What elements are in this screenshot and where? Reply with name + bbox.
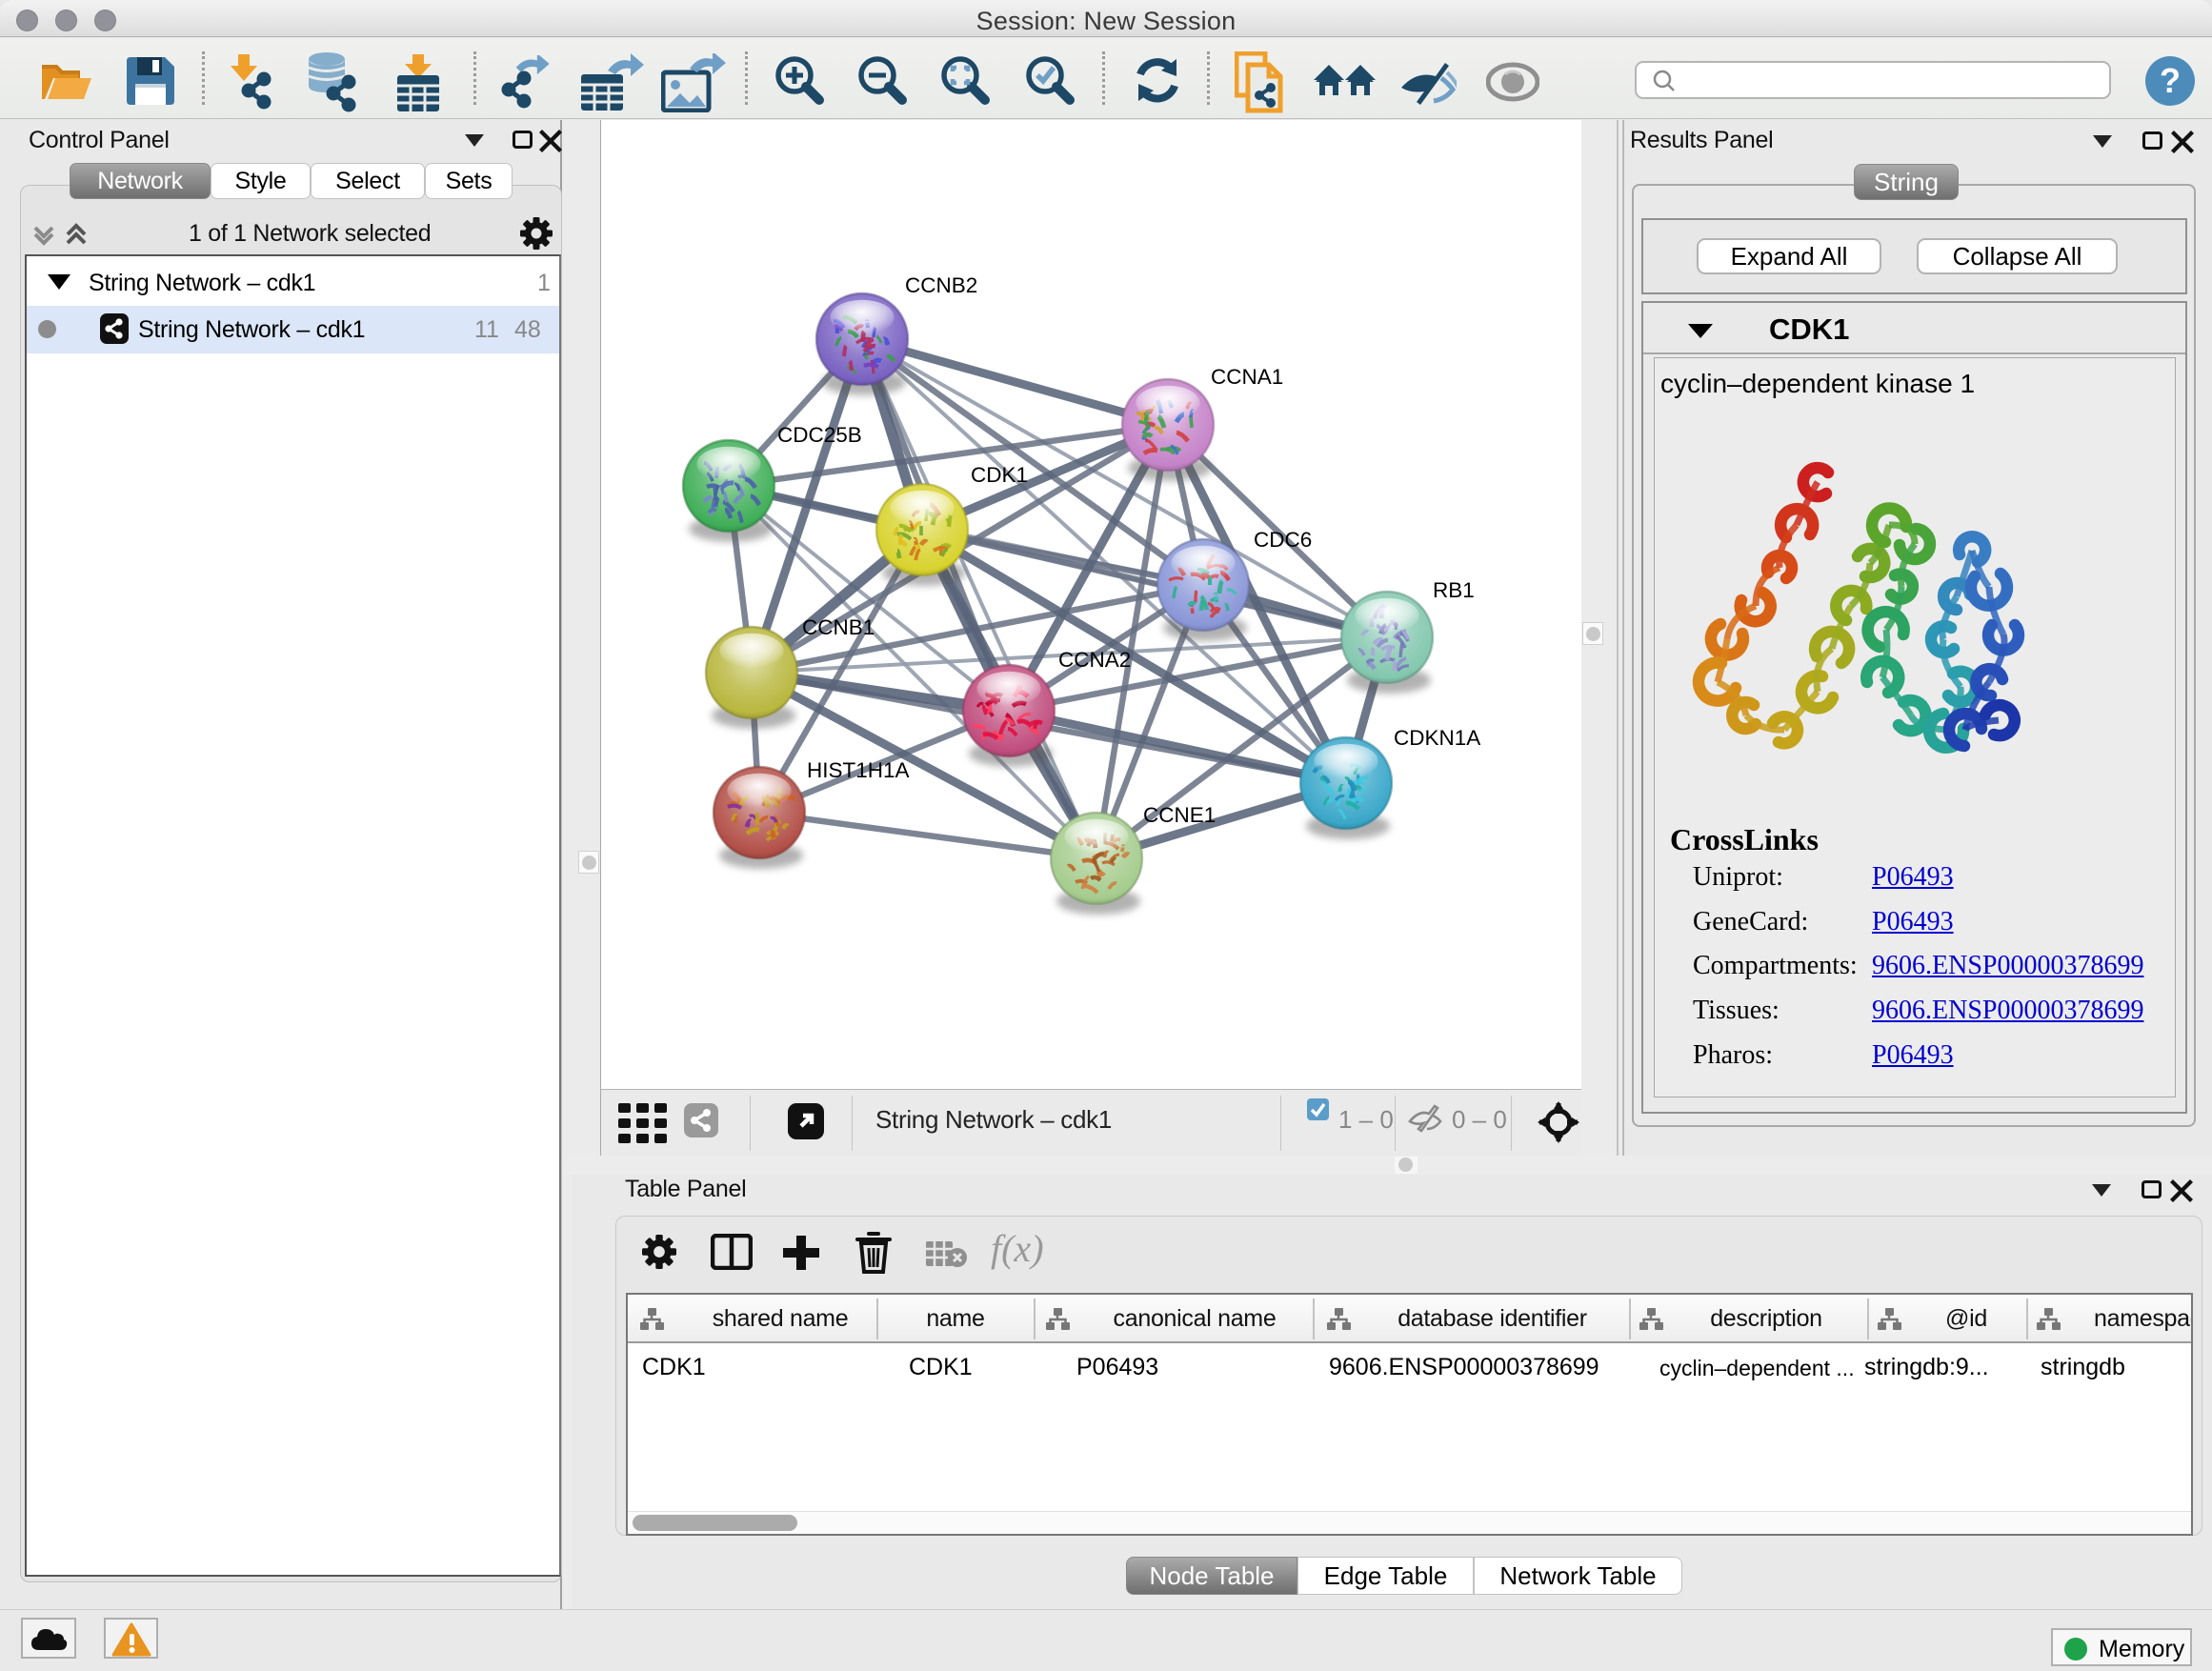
svg-text:CCNB1: CCNB1 xyxy=(802,615,875,639)
svg-text:RB1: RB1 xyxy=(1433,578,1475,602)
svg-text:?: ? xyxy=(2160,61,2181,100)
svg-text:CDK1: CDK1 xyxy=(971,463,1028,487)
svg-text:CDC25B: CDC25B xyxy=(777,423,862,447)
svg-text:CDKN1A: CDKN1A xyxy=(1394,726,1480,750)
svg-text:HIST1H1A: HIST1H1A xyxy=(807,758,910,782)
svg-text:CCNE1: CCNE1 xyxy=(1143,803,1216,827)
svg-text:CCNB2: CCNB2 xyxy=(905,273,977,297)
svg-text:CCNA2: CCNA2 xyxy=(1058,648,1131,672)
svg-text:CCNA1: CCNA1 xyxy=(1211,365,1283,389)
svg-text:CDC6: CDC6 xyxy=(1254,528,1312,552)
